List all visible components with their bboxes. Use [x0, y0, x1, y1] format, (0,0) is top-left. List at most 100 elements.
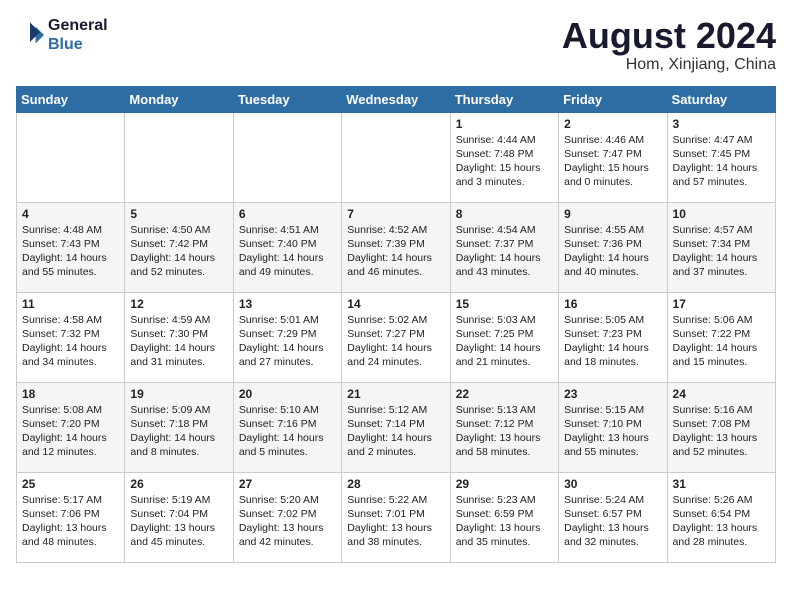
cell-text: and 52 minutes. [673, 445, 770, 459]
day-number: 13 [239, 297, 336, 311]
calendar-cell: 20Sunrise: 5:10 AMSunset: 7:16 PMDayligh… [233, 382, 341, 472]
calendar-cell [17, 112, 125, 202]
day-number: 10 [673, 207, 770, 221]
calendar-cell: 7Sunrise: 4:52 AMSunset: 7:39 PMDaylight… [342, 202, 450, 292]
cell-text: Daylight: 14 hours [456, 251, 553, 265]
cell-text: and 52 minutes. [130, 265, 227, 279]
day-number: 18 [22, 387, 119, 401]
cell-text: Daylight: 14 hours [239, 251, 336, 265]
day-number: 1 [456, 117, 553, 131]
cell-text: Sunset: 7:27 PM [347, 327, 444, 341]
cell-text: and 46 minutes. [347, 265, 444, 279]
calendar-cell: 5Sunrise: 4:50 AMSunset: 7:42 PMDaylight… [125, 202, 233, 292]
cell-text: Sunset: 7:48 PM [456, 147, 553, 161]
cell-text: Sunset: 7:20 PM [22, 417, 119, 431]
cell-text: Daylight: 13 hours [564, 521, 661, 535]
cell-text: and 42 minutes. [239, 535, 336, 549]
calendar-cell: 28Sunrise: 5:22 AMSunset: 7:01 PMDayligh… [342, 472, 450, 562]
day-number: 23 [564, 387, 661, 401]
cell-text: Daylight: 14 hours [130, 341, 227, 355]
cell-text: Sunset: 7:37 PM [456, 237, 553, 251]
cell-text: Daylight: 14 hours [564, 341, 661, 355]
cell-text: Sunset: 7:18 PM [130, 417, 227, 431]
calendar-cell: 31Sunrise: 5:26 AMSunset: 6:54 PMDayligh… [667, 472, 775, 562]
cell-text: and 24 minutes. [347, 355, 444, 369]
cell-text: Daylight: 14 hours [673, 161, 770, 175]
day-header-thursday: Thursday [450, 86, 558, 112]
cell-text: Daylight: 14 hours [673, 251, 770, 265]
day-number: 3 [673, 117, 770, 131]
calendar-cell: 11Sunrise: 4:58 AMSunset: 7:32 PMDayligh… [17, 292, 125, 382]
calendar-cell: 24Sunrise: 5:16 AMSunset: 7:08 PMDayligh… [667, 382, 775, 472]
month-year-title: August 2024 [562, 16, 776, 56]
cell-text: Daylight: 14 hours [673, 341, 770, 355]
cell-text: Sunrise: 5:12 AM [347, 403, 444, 417]
cell-text: Daylight: 13 hours [673, 431, 770, 445]
cell-text: and 8 minutes. [130, 445, 227, 459]
calendar-cell: 25Sunrise: 5:17 AMSunset: 7:06 PMDayligh… [17, 472, 125, 562]
calendar-week-row: 4Sunrise: 4:48 AMSunset: 7:43 PMDaylight… [17, 202, 776, 292]
calendar-cell: 19Sunrise: 5:09 AMSunset: 7:18 PMDayligh… [125, 382, 233, 472]
cell-text: and 55 minutes. [564, 445, 661, 459]
cell-text: Sunset: 7:32 PM [22, 327, 119, 341]
title-block: August 2024 Hom, Xinjiang, China [562, 16, 776, 74]
cell-text: Daylight: 13 hours [456, 431, 553, 445]
day-number: 31 [673, 477, 770, 491]
cell-text: Sunset: 7:22 PM [673, 327, 770, 341]
day-header-friday: Friday [559, 86, 667, 112]
cell-text: and 57 minutes. [673, 175, 770, 189]
calendar-cell: 22Sunrise: 5:13 AMSunset: 7:12 PMDayligh… [450, 382, 558, 472]
calendar-week-row: 18Sunrise: 5:08 AMSunset: 7:20 PMDayligh… [17, 382, 776, 472]
cell-text: and 37 minutes. [673, 265, 770, 279]
cell-text: Sunrise: 4:50 AM [130, 223, 227, 237]
logo-icon [16, 21, 44, 49]
cell-text: Sunset: 7:23 PM [564, 327, 661, 341]
cell-text: Sunset: 7:08 PM [673, 417, 770, 431]
day-number: 8 [456, 207, 553, 221]
cell-text: Daylight: 14 hours [239, 341, 336, 355]
cell-text: Sunset: 7:25 PM [456, 327, 553, 341]
day-number: 6 [239, 207, 336, 221]
day-number: 5 [130, 207, 227, 221]
cell-text: and 21 minutes. [456, 355, 553, 369]
cell-text: Daylight: 14 hours [456, 341, 553, 355]
calendar-cell: 8 Sunrise: 4:54 AMSunset: 7:37 PMDaylight… [450, 202, 558, 292]
cell-text: Daylight: 14 hours [22, 431, 119, 445]
cell-text: and 28 minutes. [673, 535, 770, 549]
calendar-cell: 4Sunrise: 4:48 AMSunset: 7:43 PMDaylight… [17, 202, 125, 292]
cell-text: and 43 minutes. [456, 265, 553, 279]
cell-text: and 45 minutes. [130, 535, 227, 549]
cell-text: Sunrise: 4:51 AM [239, 223, 336, 237]
cell-text: and 40 minutes. [564, 265, 661, 279]
cell-text: Daylight: 13 hours [239, 521, 336, 535]
cell-text: Sunrise: 5:09 AM [130, 403, 227, 417]
cell-text: Daylight: 13 hours [673, 521, 770, 535]
cell-text: Sunset: 6:57 PM [564, 507, 661, 521]
cell-text: Sunrise: 4:54 AM [456, 223, 553, 237]
day-number: 12 [130, 297, 227, 311]
cell-text: Daylight: 14 hours [22, 251, 119, 265]
page-header: General Blue August 2024 Hom, Xinjiang, … [16, 16, 776, 74]
cell-text: Sunrise: 5:08 AM [22, 403, 119, 417]
calendar-cell: 26Sunrise: 5:19 AMSunset: 7:04 PMDayligh… [125, 472, 233, 562]
day-number: 30 [564, 477, 661, 491]
cell-text: Sunrise: 5:06 AM [673, 313, 770, 327]
cell-text: Sunrise: 5:15 AM [564, 403, 661, 417]
cell-text: Sunrise: 5:17 AM [22, 493, 119, 507]
cell-text: Sunrise: 4:47 AM [673, 133, 770, 147]
day-number: 20 [239, 387, 336, 401]
calendar-week-row: 25Sunrise: 5:17 AMSunset: 7:06 PMDayligh… [17, 472, 776, 562]
calendar-cell: 14Sunrise: 5:02 AMSunset: 7:27 PMDayligh… [342, 292, 450, 382]
day-header-saturday: Saturday [667, 86, 775, 112]
cell-text: Sunrise: 5:10 AM [239, 403, 336, 417]
cell-text: Sunrise: 4:52 AM [347, 223, 444, 237]
day-number: 27 [239, 477, 336, 491]
cell-text: Sunset: 7:36 PM [564, 237, 661, 251]
cell-text: and 32 minutes. [564, 535, 661, 549]
cell-text: Sunset: 7:47 PM [564, 147, 661, 161]
cell-text: and 12 minutes. [22, 445, 119, 459]
cell-text: and 38 minutes. [347, 535, 444, 549]
calendar-cell: 23Sunrise: 5:15 AMSunset: 7:10 PMDayligh… [559, 382, 667, 472]
cell-text: and 27 minutes. [239, 355, 336, 369]
cell-text: Daylight: 13 hours [456, 521, 553, 535]
